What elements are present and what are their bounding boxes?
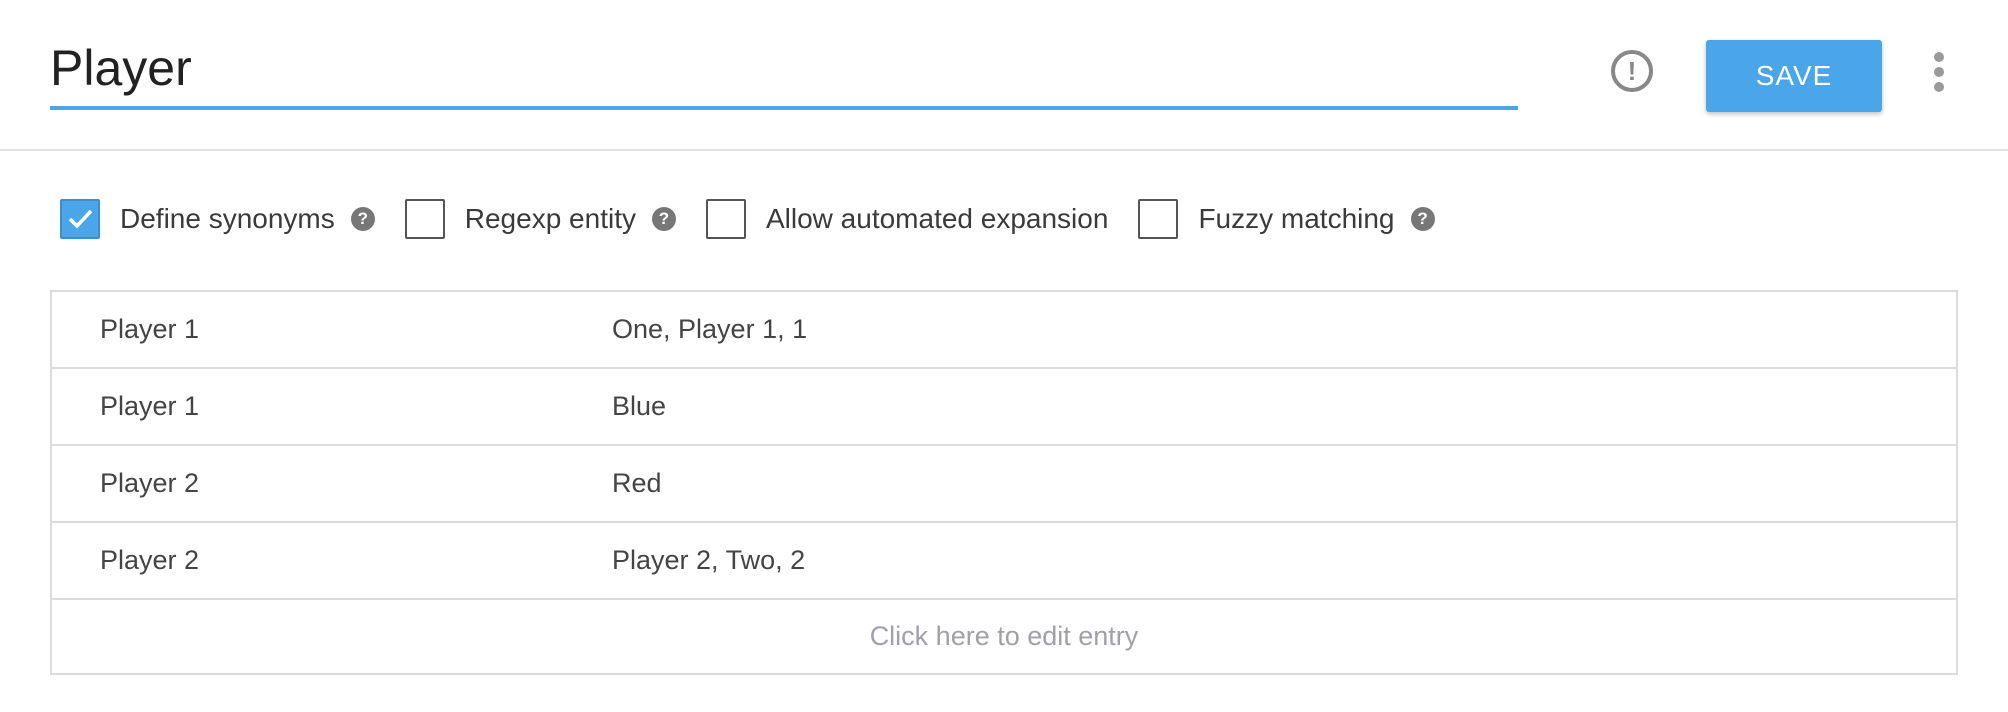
header: ! SAVE: [0, 0, 2008, 151]
entries-table: Player 1 One, Player 1, 1 Player 1 Blue …: [50, 290, 1958, 675]
entry-synonyms[interactable]: Blue: [612, 369, 666, 444]
save-button[interactable]: SAVE: [1706, 40, 1882, 112]
table-row[interactable]: Player 1 One, Player 1, 1: [52, 292, 1956, 369]
table-row[interactable]: Player 2 Player 2, Two, 2: [52, 523, 1956, 600]
help-icon[interactable]: ?: [651, 207, 676, 231]
allow-automated-expansion-checkbox[interactable]: [705, 199, 746, 239]
entry-value[interactable]: Player 2: [100, 446, 199, 521]
entry-value[interactable]: Player 2: [100, 523, 199, 598]
allow-automated-expansion-label: Allow automated expansion: [765, 203, 1109, 234]
entity-name-input[interactable]: [50, 30, 1518, 110]
table-row[interactable]: Player 1 Blue: [52, 369, 1956, 446]
regexp-entity-checkbox[interactable]: [404, 199, 445, 239]
entry-value[interactable]: Player 1: [100, 369, 199, 444]
regexp-entity-label: Regexp entity: [464, 203, 636, 234]
entry-synonyms[interactable]: One, Player 1, 1: [612, 292, 807, 367]
fuzzy-matching-checkbox[interactable]: [1138, 199, 1179, 239]
more-options-icon[interactable]: [1924, 50, 1954, 94]
define-synonyms-checkbox[interactable]: [60, 199, 100, 239]
checkmark-icon: [68, 209, 93, 229]
entity-editor: ! SAVE Define synonyms ? Regexp entity ?…: [0, 0, 2008, 712]
entry-value[interactable]: Player 1: [100, 292, 199, 367]
define-synonyms-label: Define synonyms: [120, 203, 335, 234]
entity-options: Define synonyms ? Regexp entity ? Allow …: [60, 197, 1435, 241]
help-icon[interactable]: ?: [1410, 207, 1435, 231]
entry-synonyms[interactable]: Player 2, Two, 2: [612, 523, 805, 598]
entry-synonyms[interactable]: Red: [612, 446, 662, 521]
fuzzy-matching-label: Fuzzy matching: [1198, 203, 1395, 234]
help-icon[interactable]: ?: [350, 207, 375, 231]
info-icon[interactable]: !: [1611, 50, 1653, 92]
table-row[interactable]: Player 2 Red: [52, 446, 1956, 523]
add-entry-row[interactable]: Click here to edit entry: [52, 600, 1956, 673]
